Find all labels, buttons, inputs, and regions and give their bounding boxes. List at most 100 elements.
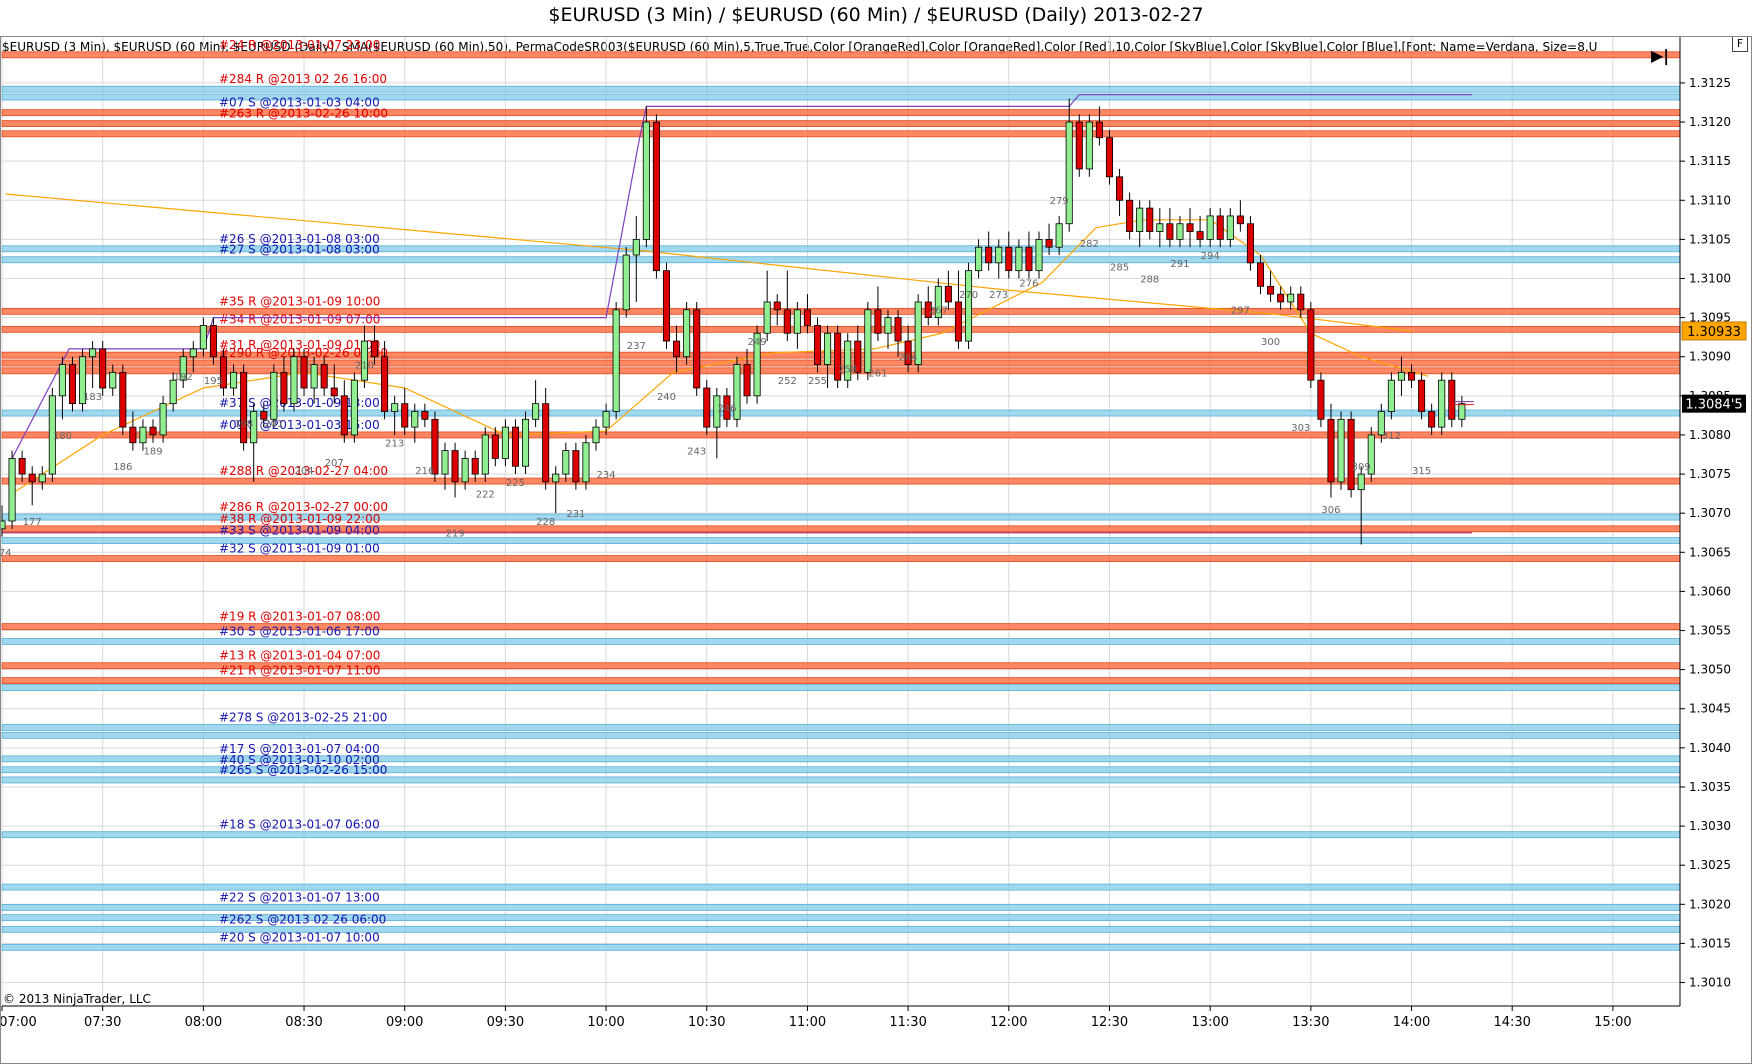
candle-body: [451, 450, 459, 483]
bar-number: 222: [476, 490, 495, 501]
candle-body: [310, 364, 318, 389]
candle-body: [612, 309, 620, 412]
bar-number: 282: [1080, 239, 1099, 250]
bar-number: 261: [868, 368, 887, 379]
y-tick-label: 1.3030: [1689, 819, 1731, 833]
sr-level-label: #30 S @2013-01-06 17:00: [219, 624, 380, 638]
candle-body: [300, 356, 308, 389]
x-tick-label: 09:00: [386, 1015, 423, 1030]
candle-body: [572, 450, 580, 483]
candle-body: [1065, 121, 1073, 225]
sr-level-label: #20 S @2013-01-07 10:00: [219, 930, 380, 944]
candle-body: [189, 348, 197, 358]
y-tick-label: 1.3040: [1689, 741, 1731, 755]
resistance-band: [1, 130, 1681, 138]
candle-body: [582, 442, 590, 483]
candle-body: [1458, 403, 1466, 420]
sr-level-label: #33 S @2013-01-09 04:00: [219, 524, 380, 538]
bar-number: 279: [1050, 196, 1069, 207]
candle-body: [783, 309, 791, 334]
bar-number: 276: [1019, 278, 1038, 289]
candle-body: [985, 246, 993, 264]
sr-level-label: #34 R @2013-01-09 07:00: [219, 312, 380, 326]
candle-body: [501, 426, 509, 459]
candle-body: [38, 473, 46, 483]
sr-level-label: #284 R @2013 02 26 16:00: [219, 72, 387, 86]
x-tick-label: 11:30: [889, 1015, 926, 1030]
candle-body: [552, 473, 560, 483]
bar-number: 273: [989, 290, 1008, 301]
candle-body: [330, 387, 338, 397]
bar-number: 204: [294, 466, 313, 477]
x-tick-label: 11:00: [789, 1015, 826, 1030]
scroll-to-end-icon[interactable]: ▶|: [1651, 46, 1669, 66]
candle-body: [18, 458, 26, 475]
sr-level-label: #262 S @2013 02 26 06:00: [219, 912, 386, 926]
y-tick-label: 1.3055: [1689, 624, 1731, 638]
candle-body: [622, 254, 630, 311]
sr-level-label: #35 R @2013-01-09 10:00: [219, 294, 380, 308]
candle-body: [240, 371, 248, 444]
candle-body: [270, 371, 278, 420]
last-price-label: 1.3084'5: [1685, 398, 1742, 413]
candle-body: [1337, 418, 1345, 483]
candle-body: [461, 458, 469, 483]
y-tick-label: 1.3025: [1689, 858, 1731, 872]
sr-level-label: #13 R @2013-01-04 07:00: [219, 649, 380, 663]
candle-body: [1146, 207, 1154, 232]
candle-body: [441, 450, 449, 475]
candle-body: [471, 458, 479, 475]
candle-body: [159, 403, 167, 436]
candle-body: [1136, 207, 1144, 232]
candle-body: [1307, 309, 1315, 381]
bar-number: 177: [23, 517, 42, 528]
candle-body: [1438, 379, 1446, 428]
bar-number: 186: [113, 462, 132, 473]
candle-body: [975, 246, 983, 272]
candle-body: [894, 317, 902, 342]
candle-body: [421, 411, 429, 420]
x-tick-label: 07:30: [84, 1015, 121, 1030]
y-tick-label: 1.3120: [1689, 115, 1731, 129]
resistance-band: [1, 555, 1681, 562]
candle-body: [1267, 285, 1275, 295]
candle-body: [481, 434, 489, 475]
candle-body: [68, 364, 76, 405]
sma-price-label: 1.30933: [1687, 325, 1741, 340]
candle-body: [491, 434, 499, 459]
y-tick-label: 1.3065: [1689, 545, 1731, 559]
candle-body: [632, 238, 640, 256]
y-tick-label: 1.3035: [1689, 780, 1731, 794]
sr-level-label: #265 S @2013-02-26 15:00: [219, 763, 387, 777]
bar-number: 306: [1321, 505, 1340, 516]
y-tick-label: 1.3050: [1689, 663, 1731, 677]
candle-body: [1287, 293, 1295, 303]
candle-body: [260, 411, 268, 420]
bar-number: 237: [627, 341, 646, 352]
support-band: [1, 831, 1681, 839]
bar-number: 294: [1201, 251, 1220, 262]
candle-body: [320, 364, 328, 389]
y-tick-label: 1.3080: [1689, 428, 1731, 442]
bar-number: 300: [1261, 337, 1280, 348]
candle-body: [965, 270, 973, 342]
candle-body: [401, 403, 409, 428]
x-tick-label: 08:00: [185, 1015, 222, 1030]
candle-body: [1246, 223, 1254, 264]
candle-body: [1327, 418, 1335, 483]
bar-number: 180: [53, 431, 72, 442]
x-tick-label: 08:30: [285, 1015, 322, 1030]
y-tick-label: 1.3015: [1689, 936, 1731, 950]
candle-body: [793, 309, 801, 334]
candle-body: [230, 371, 238, 389]
sr-level-label: #278 S @2013-02-25 21:00: [219, 711, 387, 725]
candle-body: [673, 340, 681, 358]
y-tick-label: 1.3020: [1689, 897, 1731, 911]
candle-body: [109, 371, 117, 389]
bar-number: 252: [778, 376, 797, 387]
price-chart[interactable]: #24 R @2013-01-07 23:00 #284 R @2013 02 2…: [0, 0, 1752, 1064]
candle-body: [693, 309, 701, 389]
candle-body: [1256, 262, 1265, 287]
candle-body: [99, 348, 107, 389]
bar-number: 213: [385, 439, 404, 450]
